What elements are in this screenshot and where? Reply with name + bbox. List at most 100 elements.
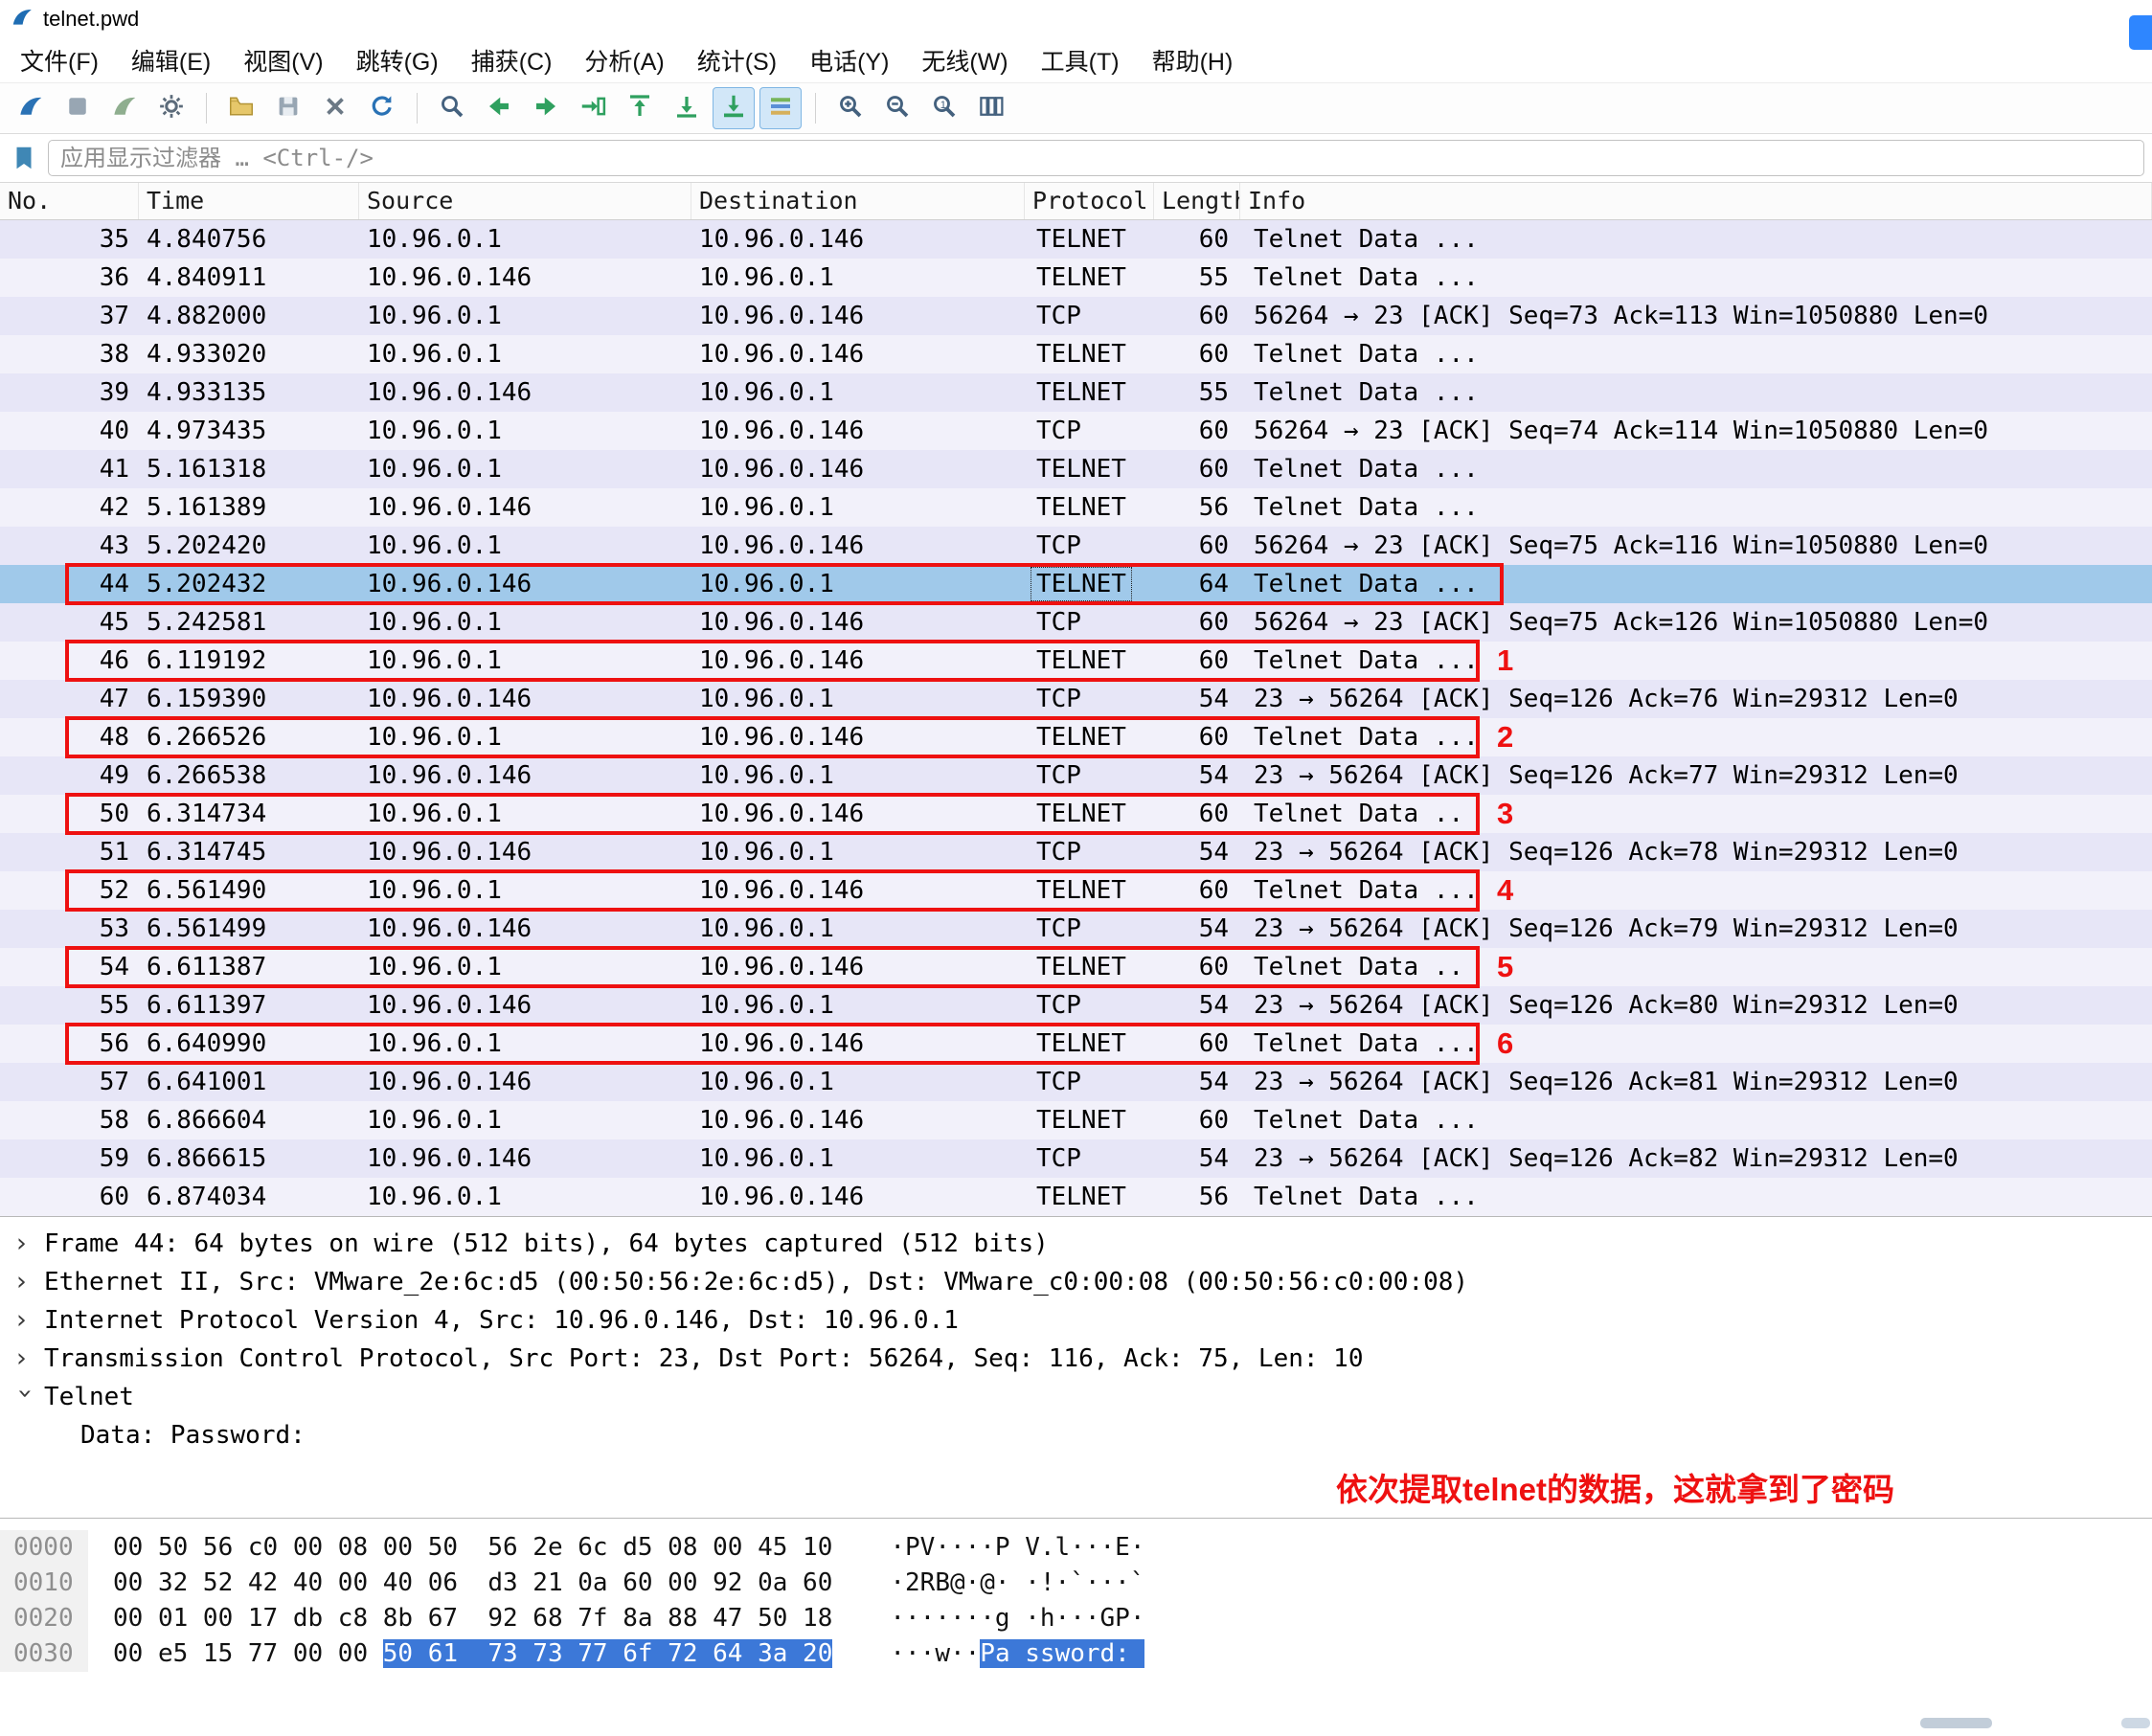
- packet-row[interactable]: 526.56149010.96.0.110.96.0.146TELNET60Te…: [0, 871, 2152, 910]
- packet-row[interactable]: 576.64100110.96.0.14610.96.0.1TCP5423 → …: [0, 1063, 2152, 1101]
- packet-row[interactable]: 596.86661510.96.0.14610.96.0.1TCP5423 → …: [0, 1139, 2152, 1178]
- cell-source: 10.96.0.1: [359, 450, 691, 488]
- packet-row[interactable]: 466.11919210.96.0.110.96.0.146TELNET60Te…: [0, 642, 2152, 680]
- find-packet-button[interactable]: [431, 87, 473, 129]
- column-header-length[interactable]: Length: [1154, 183, 1240, 219]
- packet-row[interactable]: 506.31473410.96.0.110.96.0.146TELNET60Te…: [0, 795, 2152, 833]
- column-header-destination[interactable]: Destination: [691, 183, 1025, 219]
- packet-row[interactable]: 516.31474510.96.0.14610.96.0.1TCP5423 → …: [0, 833, 2152, 871]
- menu-item-go[interactable]: 跳转(G): [340, 38, 455, 82]
- go-forward-button[interactable]: [525, 87, 567, 129]
- go-to-packet-button[interactable]: [572, 87, 614, 129]
- expand-arrow-icon[interactable]: ›: [13, 1340, 36, 1378]
- auto-scroll-button[interactable]: [713, 87, 755, 129]
- packet-row[interactable]: 404.97343510.96.0.110.96.0.146TCP6056264…: [0, 412, 2152, 450]
- cell-time: 6.561490: [139, 871, 359, 910]
- protocol-value: TELNET: [1032, 454, 1130, 485]
- close-file-button[interactable]: [314, 87, 356, 129]
- packet-row[interactable]: 566.64099010.96.0.110.96.0.146TELNET60Te…: [0, 1025, 2152, 1063]
- filter-bookmark-icon[interactable]: [8, 142, 40, 174]
- hex-row[interactable]: 003000 e5 15 77 00 00 50 61 73 73 77 6f …: [0, 1636, 2152, 1672]
- cell-destination: 10.96.0.1: [691, 373, 1025, 412]
- packet-row[interactable]: 455.24258110.96.0.110.96.0.146TCP6056264…: [0, 603, 2152, 642]
- menu-item-telephony[interactable]: 电话(Y): [793, 38, 905, 82]
- column-header-no[interactable]: No.: [0, 183, 139, 219]
- annotation-number: 6: [1497, 1026, 1513, 1061]
- detail-line[interactable]: ›Internet Protocol Version 4, Src: 10.96…: [0, 1301, 2152, 1340]
- expand-arrow-icon[interactable]: ›: [13, 1225, 36, 1263]
- menu-item-capture[interactable]: 捕获(C): [455, 38, 569, 82]
- packet-row[interactable]: 435.20242010.96.0.110.96.0.146TCP6056264…: [0, 527, 2152, 565]
- detail-line[interactable]: ›Frame 44: 64 bytes on wire (512 bits), …: [0, 1225, 2152, 1263]
- cell-destination: 10.96.0.146: [691, 450, 1025, 488]
- hex-row[interactable]: 000000 50 56 c0 00 08 00 50 56 2e 6c d5 …: [0, 1530, 2152, 1566]
- scrollbar-thumb[interactable]: [1920, 1718, 1992, 1728]
- menu-item-analyze[interactable]: 分析(A): [568, 38, 680, 82]
- zoom-in-button[interactable]: [829, 87, 872, 129]
- collapse-arrow-icon[interactable]: ›: [6, 1386, 44, 1409]
- packet-row[interactable]: 476.15939010.96.0.14610.96.0.1TCP5423 → …: [0, 680, 2152, 718]
- packet-row[interactable]: 606.87403410.96.0.110.96.0.146TELNET56Te…: [0, 1178, 2152, 1216]
- cell-length: 60: [1154, 1025, 1240, 1063]
- packet-row[interactable]: 384.93302010.96.0.110.96.0.146TELNET60Te…: [0, 335, 2152, 373]
- menu-item-view[interactable]: 视图(V): [227, 38, 339, 82]
- packet-row[interactable]: 374.88200010.96.0.110.96.0.146TCP6056264…: [0, 297, 2152, 335]
- hex-offset: 0000: [0, 1530, 88, 1566]
- expand-arrow-icon[interactable]: ›: [13, 1301, 36, 1340]
- zoom-original-button[interactable]: 1: [923, 87, 965, 129]
- packet-row[interactable]: 496.26653810.96.0.14610.96.0.1TCP5423 → …: [0, 756, 2152, 795]
- colorize-button[interactable]: [759, 87, 802, 129]
- packet-row[interactable]: 394.93313510.96.0.14610.96.0.1TELNET55Te…: [0, 373, 2152, 412]
- reload-file-button[interactable]: [361, 87, 403, 129]
- packet-row[interactable]: 586.86660410.96.0.110.96.0.146TELNET60Te…: [0, 1101, 2152, 1139]
- menu-item-file[interactable]: 文件(F): [4, 38, 115, 82]
- menu-item-help[interactable]: 帮助(H): [1136, 38, 1250, 82]
- resize-columns-button[interactable]: [970, 87, 1012, 129]
- zoom-out-button[interactable]: [876, 87, 918, 129]
- cell-source: 10.96.0.1: [359, 297, 691, 335]
- display-filter-input[interactable]: [48, 140, 2144, 176]
- hex-row[interactable]: 002000 01 00 17 db c8 8b 67 92 68 7f 8a …: [0, 1601, 2152, 1636]
- menu-item-statistics[interactable]: 统计(S): [681, 38, 793, 82]
- column-header-protocol[interactable]: Protocol: [1025, 183, 1154, 219]
- cell-no: 55: [0, 986, 139, 1025]
- detail-line[interactable]: ›Telnet: [0, 1378, 2152, 1416]
- column-header-info[interactable]: Info: [1240, 183, 2152, 219]
- detail-line[interactable]: Data: Password:: [0, 1416, 2152, 1454]
- packet-row[interactable]: 486.26652610.96.0.110.96.0.146TELNET60Te…: [0, 718, 2152, 756]
- column-header-source[interactable]: Source: [359, 183, 691, 219]
- cell-source: 10.96.0.146: [359, 488, 691, 527]
- capture-options-button[interactable]: [150, 87, 193, 129]
- cell-protocol: TELNET: [1025, 220, 1154, 259]
- menu-item-tools[interactable]: 工具(T): [1025, 38, 1136, 82]
- menu-item-wireless[interactable]: 无线(W): [905, 38, 1024, 82]
- stop-capture-button[interactable]: [57, 87, 99, 129]
- packet-row[interactable]: 536.56149910.96.0.14610.96.0.1TCP5423 → …: [0, 910, 2152, 948]
- cell-info: Telnet Data ...: [1240, 450, 2152, 488]
- detail-line[interactable]: ›Transmission Control Protocol, Src Port…: [0, 1340, 2152, 1378]
- hex-dump-pane[interactable]: 000000 50 56 c0 00 08 00 50 56 2e 6c d5 …: [0, 1518, 2152, 1681]
- go-first-button[interactable]: [619, 87, 661, 129]
- packet-list: No.TimeSourceDestinationProtocolLengthIn…: [0, 183, 2152, 1216]
- packet-row[interactable]: 556.61139710.96.0.14610.96.0.1TCP5423 → …: [0, 986, 2152, 1025]
- cell-protocol: TELNET: [1025, 795, 1154, 833]
- restart-capture-button[interactable]: [103, 87, 146, 129]
- packet-row[interactable]: 364.84091110.96.0.14610.96.0.1TELNET55Te…: [0, 259, 2152, 297]
- cell-no: 60: [0, 1178, 139, 1216]
- start-capture-button[interactable]: [10, 87, 52, 129]
- open-file-button[interactable]: [220, 87, 262, 129]
- menu-item-edit[interactable]: 编辑(E): [115, 38, 227, 82]
- packet-row[interactable]: 354.84075610.96.0.110.96.0.146TELNET60Te…: [0, 220, 2152, 259]
- save-file-button[interactable]: [267, 87, 309, 129]
- cell-destination: 10.96.0.1: [691, 565, 1025, 603]
- go-back-button[interactable]: [478, 87, 520, 129]
- packet-row[interactable]: 445.20243210.96.0.14610.96.0.1TELNET64Te…: [0, 565, 2152, 603]
- packet-row[interactable]: 546.61138710.96.0.110.96.0.146TELNET60Te…: [0, 948, 2152, 986]
- column-header-time[interactable]: Time: [139, 183, 359, 219]
- go-last-button[interactable]: [666, 87, 708, 129]
- packet-row[interactable]: 425.16138910.96.0.14610.96.0.1TELNET56Te…: [0, 488, 2152, 527]
- hex-row[interactable]: 001000 32 52 42 40 00 40 06 d3 21 0a 60 …: [0, 1566, 2152, 1601]
- detail-line[interactable]: ›Ethernet II, Src: VMware_2e:6c:d5 (00:5…: [0, 1263, 2152, 1301]
- packet-row[interactable]: 415.16131810.96.0.110.96.0.146TELNET60Te…: [0, 450, 2152, 488]
- expand-arrow-icon[interactable]: ›: [13, 1263, 36, 1301]
